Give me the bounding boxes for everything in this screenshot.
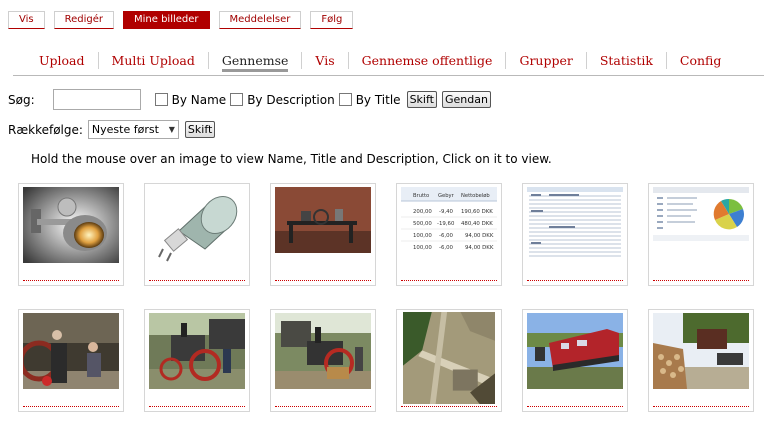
thumbnail-divider [527, 406, 623, 407]
payment-table-image: Brutto Gebyr Nettobeløb 200,00 -9,40 190… [401, 187, 497, 259]
table-header-brutto: Brutto [413, 193, 429, 199]
by-title-label: By Title [355, 92, 401, 107]
table-cell: 190,60 DKK [461, 209, 493, 215]
thumbnail-divider [275, 406, 371, 407]
thumbnail-halogen-bulb[interactable] [144, 183, 250, 286]
subnav-label: Upload [39, 53, 85, 68]
thumbnail-divider [401, 280, 497, 281]
by-title-checkbox[interactable] [338, 93, 352, 106]
subnav-statistik[interactable]: Statistik [585, 52, 666, 69]
order-selected-value: Nyeste først [91, 123, 159, 136]
red-locomotive-image [527, 313, 623, 389]
table-cell: -9,40 [439, 209, 454, 215]
by-description-option[interactable]: By Description [230, 93, 335, 107]
table-header-netto: Nettobeløb [461, 193, 490, 199]
thumbnail-divider [23, 406, 119, 407]
order-select[interactable]: Nyeste først ▼ [87, 120, 179, 139]
subnav-label: Gennemse [221, 53, 289, 72]
tab-rediger[interactable]: Redigér [53, 11, 114, 29]
subnav-multi-upload[interactable]: Multi Upload [97, 52, 208, 69]
table-cell: -6,00 [439, 233, 454, 239]
thumbnail-woodpile[interactable] [648, 309, 754, 412]
thumbnail-spotlight[interactable] [18, 183, 124, 286]
sub-nav: Upload Multi Upload Gennemse Vis Gennems… [26, 52, 764, 72]
table-cell: 94,00 DKK [465, 233, 494, 239]
order-label: Rækkefølge: [8, 122, 83, 137]
thumbnail-aerial-view[interactable] [396, 309, 502, 412]
subnav-config[interactable]: Config [665, 52, 734, 69]
divider [13, 75, 764, 76]
subnav-vis[interactable]: Vis [301, 52, 347, 69]
thumbnail-divider [653, 406, 749, 407]
subnav-label: Vis [315, 53, 335, 68]
thumbnail-steam-engine[interactable] [18, 309, 124, 412]
table-cell: 94,00 DKK [465, 245, 494, 251]
table-cell: 100,00 [413, 233, 432, 239]
thumbnail-divider [149, 406, 245, 407]
subnav-gennemse[interactable]: Gennemse [207, 52, 302, 72]
steam-engine-image [23, 313, 119, 389]
by-name-label: By Name [171, 92, 227, 107]
table-header-gebyr: Gebyr [438, 193, 455, 199]
search-input[interactable] [52, 89, 141, 110]
thumbnail-dashboard-pie[interactable] [648, 183, 754, 286]
thumbnail-traction-engine[interactable] [144, 309, 250, 412]
by-name-checkbox[interactable] [154, 93, 168, 106]
thumbnail-divider [401, 406, 497, 407]
tab-meddelelser[interactable]: Meddelelser [218, 11, 302, 29]
thumbnail-machine[interactable] [270, 183, 376, 286]
spotlight-image [23, 187, 119, 263]
aerial-view-image [403, 312, 495, 404]
search-submit-button[interactable]: Skift [406, 91, 437, 108]
data-list-image [527, 187, 623, 263]
thumbnail-divider [275, 280, 371, 281]
thumbnail-divider [653, 280, 749, 281]
subnav-upload[interactable]: Upload [26, 52, 98, 69]
subnav-grupper[interactable]: Grupper [505, 52, 585, 69]
search-label: Søg: [8, 92, 35, 107]
traction-engine-image [149, 313, 245, 389]
subnav-label: Gennemse offentlige [361, 53, 493, 68]
chevron-down-icon: ▼ [168, 125, 175, 134]
table-cell: 500,00 [413, 221, 432, 227]
subnav-label: Grupper [519, 53, 573, 68]
by-title-option[interactable]: By Title [338, 92, 401, 107]
thumbnail-data-list[interactable] [522, 183, 628, 286]
thumbnail-divider [527, 280, 623, 281]
tab-folg[interactable]: Følg [310, 11, 354, 29]
thumbnail-payment-table[interactable]: Brutto Gebyr Nettobeløb 200,00 -9,40 190… [396, 183, 502, 286]
woodpile-image [653, 313, 749, 389]
halogen-bulb-image [149, 187, 245, 263]
table-cell: 480,40 DKK [461, 221, 493, 227]
subnav-label: Config [679, 53, 722, 68]
subnav-label: Statistik [599, 53, 653, 68]
tab-vis[interactable]: Vis [8, 11, 45, 29]
by-description-checkbox[interactable] [230, 93, 244, 106]
steam-engine-2-image [275, 313, 371, 389]
table-cell: -6,00 [439, 245, 454, 251]
top-tabs: Vis Redigér Mine billeder Meddelelser Fø… [8, 11, 362, 29]
order-form: Rækkefølge: Nyeste først ▼ Skift [8, 120, 216, 139]
table-cell: 200,00 [413, 209, 432, 215]
thumbnail-red-locomotive[interactable] [522, 309, 628, 412]
by-name-option[interactable]: By Name [154, 92, 227, 107]
machine-image [275, 187, 371, 253]
subnav-label: Multi Upload [111, 53, 195, 68]
subnav-gennemse-offentlige[interactable]: Gennemse offentlige [347, 52, 506, 69]
order-submit-button[interactable]: Skift [184, 121, 216, 138]
table-cell: 100,00 [413, 245, 432, 251]
table-cell: -19,60 [437, 221, 455, 227]
thumbnail-divider [23, 280, 119, 281]
by-description-label: By Description [247, 92, 335, 107]
thumbnail-divider [149, 280, 245, 281]
thumbnail-steam-engine-2[interactable] [270, 309, 376, 412]
dashboard-pie-image [653, 187, 749, 241]
search-reset-button[interactable]: Gendan [441, 91, 491, 108]
search-form: Søg: By Name By Description By Title Ski… [8, 89, 491, 110]
gallery-hint: Hold the mouse over an image to view Nam… [31, 152, 552, 166]
tab-mine-billeder[interactable]: Mine billeder [123, 11, 210, 29]
